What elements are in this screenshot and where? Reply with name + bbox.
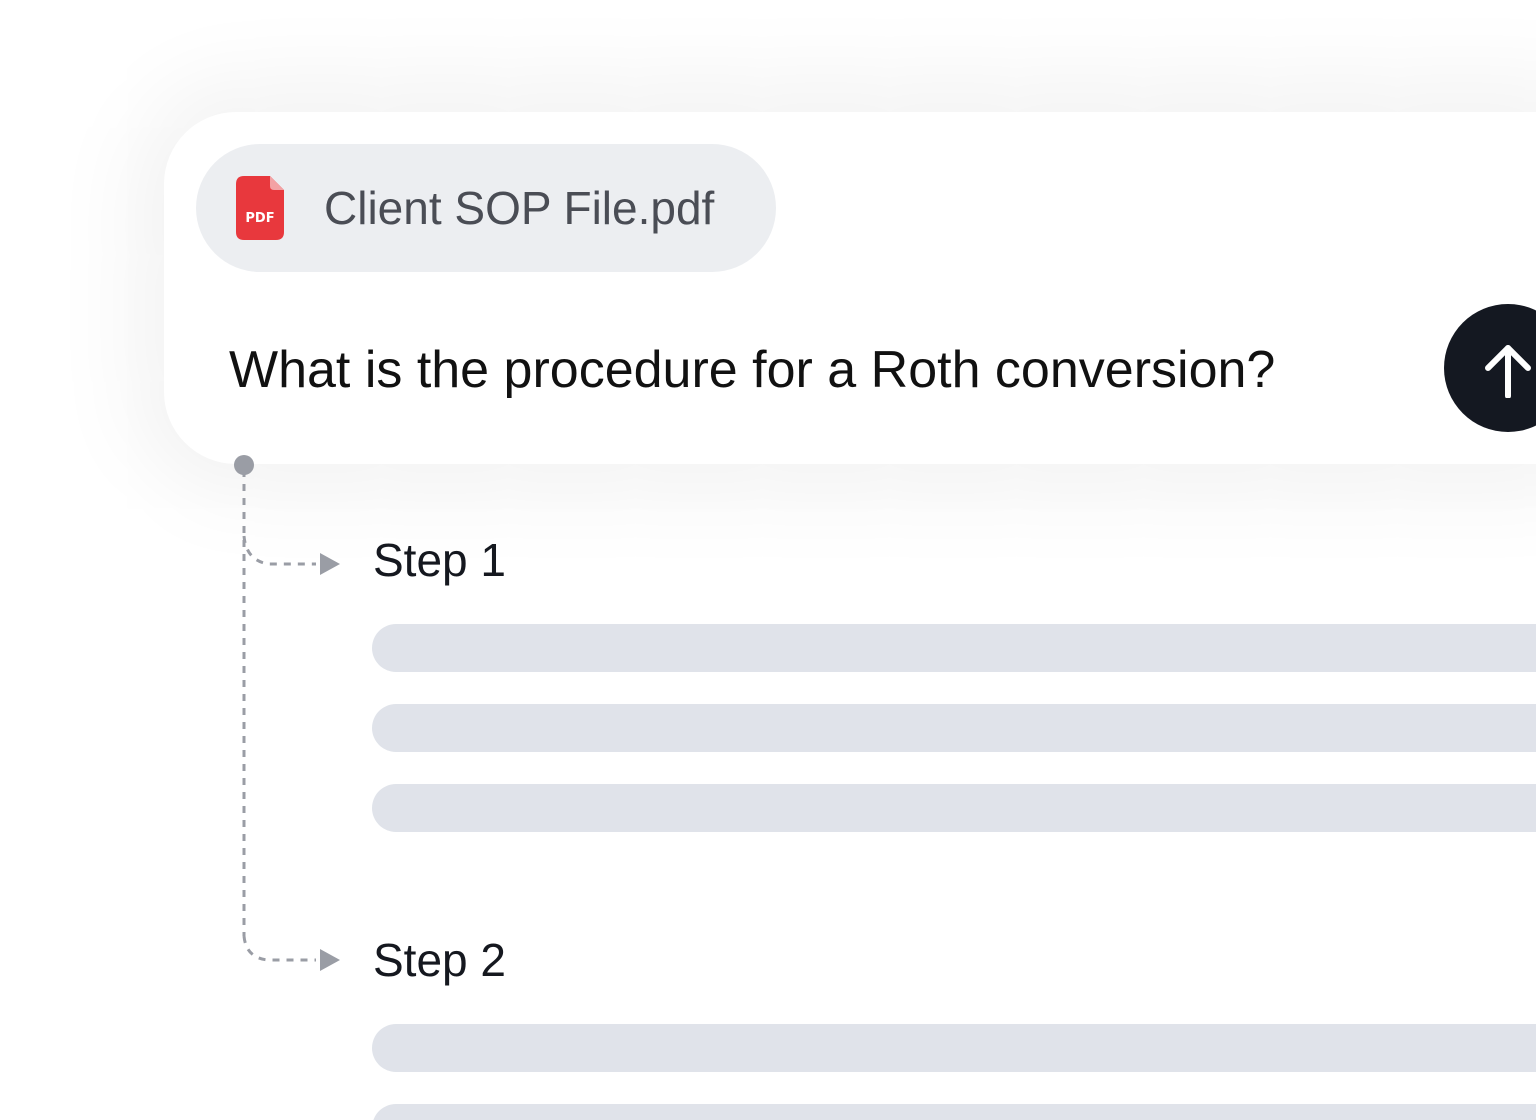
step-1-title: Step 1: [373, 534, 506, 586]
step-1-skeleton-line: [372, 624, 1536, 672]
step-2-skeleton-line: [372, 1104, 1536, 1120]
chat-canvas: PDF Client SOP File.pdf What is the proc…: [0, 0, 1536, 1120]
steps-list: Step 1 Step 2: [0, 0, 1536, 1120]
step-1-skeleton-line: [372, 704, 1536, 752]
step-2-skeleton-line: [372, 1024, 1536, 1072]
step-2-title: Step 2: [373, 934, 506, 986]
step-1-skeleton-line: [372, 784, 1536, 832]
